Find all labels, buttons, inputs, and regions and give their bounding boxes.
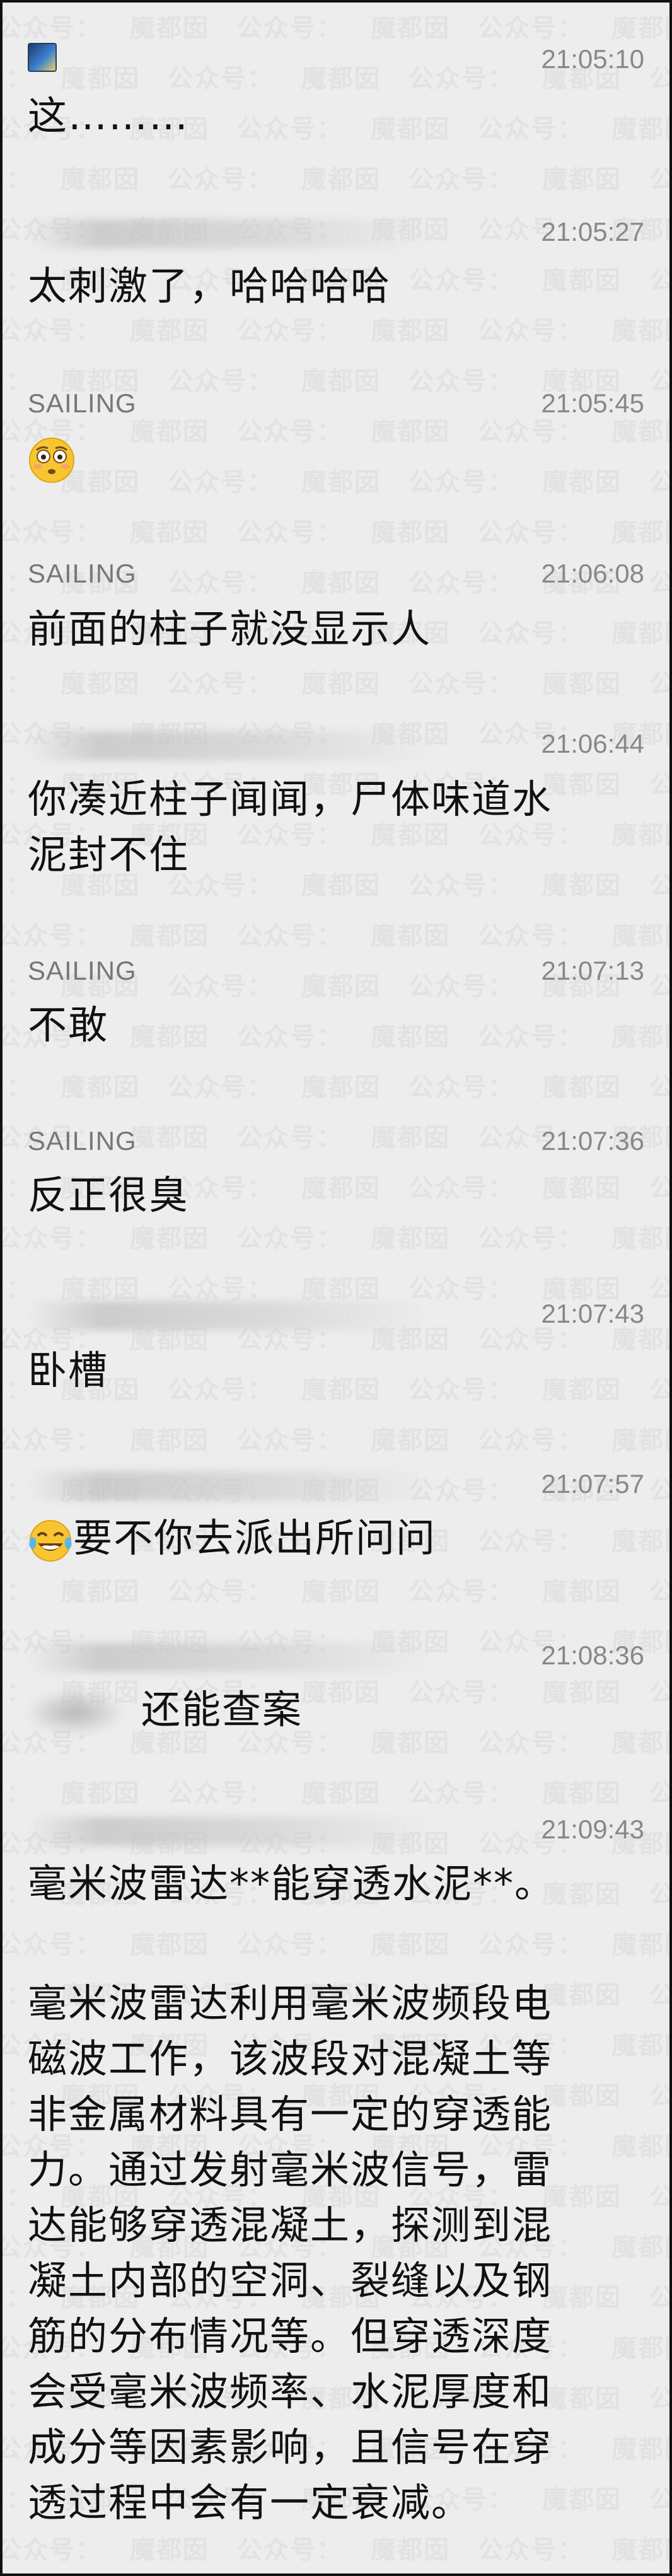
message-time: 21:06:08 — [541, 559, 645, 588]
message-header: 21:05:27 — [28, 213, 644, 251]
message-time: 21:07:13 — [541, 956, 645, 985]
message-text-line-1: 你凑近柱子闻闻，尸体味道水 — [28, 776, 553, 822]
message-header: 21:08:36 — [28, 1637, 644, 1674]
paragraph-line: 会受毫米波频率、水泥厚度和 — [28, 2369, 553, 2415]
message-header: 21:06:44 — [28, 725, 644, 763]
tears-of-joy-emoji — [29, 1519, 72, 1562]
watermark-row: 公众号：魔都囡公众号：魔都囡公众号：魔都囡公众号：魔都囡 — [3, 2529, 669, 2566]
landscape-avatar-icon — [28, 43, 57, 72]
sender-name: SAILING — [28, 388, 137, 418]
message-text: 卧槽 — [28, 1347, 109, 1393]
paragraph-line: 非金属材料具有一定的穿透能 — [28, 2091, 553, 2137]
watermark-row: 公众号：魔都囡公众号：魔都囡公众号：魔都囡公众号：魔都囡 — [3, 512, 669, 548]
paragraph-line: 达能够穿透混凝土，探测到混 — [28, 2202, 553, 2248]
blurred-sender-name — [28, 219, 431, 248]
message-text: 毫米波雷达**能穿透水泥**。 — [28, 1860, 555, 1906]
paragraph-line: 磁波工作，该波段对混凝土等 — [28, 2036, 553, 2082]
paragraph-line: 透过程中会有一定衰减。 — [28, 2480, 472, 2526]
blurred-mention — [28, 1690, 122, 1734]
blurred-sender-name — [28, 1301, 431, 1330]
message-time: 21:07:43 — [541, 1299, 645, 1328]
message-time: 21:09:43 — [541, 1814, 645, 1844]
paragraph-line: 成分等因素影响，且信号在穿 — [28, 2424, 553, 2470]
message-text: 这……… — [28, 93, 190, 139]
message-text: 要不你去派出所问问 — [73, 1515, 437, 1561]
message-text: 还能查案 — [141, 1686, 303, 1732]
message-time: 21:07:36 — [541, 1126, 645, 1156]
blurred-sender-name — [28, 1471, 431, 1500]
message-header: SAILING 21:05:45 — [28, 385, 644, 422]
message-time: 21:08:36 — [541, 1640, 645, 1670]
message-header: SAILING 21:07:36 — [28, 1122, 644, 1160]
watermark-row: 公众号：魔都囡公众号：魔都囡公众号：魔都囡公众号：魔都囡 — [3, 159, 669, 195]
message-time: 21:05:10 — [541, 44, 645, 74]
message-text: 不敢 — [28, 1002, 109, 1048]
message-header: 21:09:43 — [28, 1811, 644, 1848]
watermark-row: 公众号：魔都囡公众号：魔都囡公众号：魔都囡公众号：魔都囡 — [3, 310, 669, 347]
message-text-row: 还能查案 — [28, 1682, 644, 1738]
message-text-row: 要不你去派出所问问 — [28, 1511, 644, 1566]
message-text: 反正很臭 — [28, 1172, 190, 1218]
blurred-sender-name — [28, 1643, 431, 1672]
sender-name: SAILING — [28, 1126, 137, 1156]
paragraph-line: 毫米波雷达利用毫米波频段电 — [28, 1980, 553, 2026]
message-header: 21:07:43 — [28, 1295, 644, 1333]
message-time: 21:07:57 — [541, 1469, 645, 1499]
message-time: 21:05:27 — [541, 217, 645, 247]
paragraph-line: 凝土内部的空洞、裂缝以及钢 — [28, 2258, 553, 2304]
watermark-row: 公众号：魔都囡公众号：魔都囡公众号：魔都囡公众号：魔都囡 — [3, 1924, 669, 1961]
blurred-sender-name — [28, 1817, 431, 1846]
watermark-row: 公众号：魔都囡公众号：魔都囡公众号：魔都囡公众号：魔都囡 — [3, 1218, 669, 1255]
chat-log: 公众号：魔都囡公众号：魔都囡公众号：魔都囡公众号：魔都囡公众号：魔都囡公众号：魔… — [0, 0, 672, 2576]
watermark-row: 公众号：魔都囡公众号：魔都囡公众号：魔都囡公众号：魔都囡 — [3, 1420, 669, 1456]
sender-name: SAILING — [28, 956, 137, 985]
message-header: 21:07:57 — [28, 1465, 644, 1503]
watermark-row: 公众号：魔都囡公众号：魔都囡公众号：魔都囡公众号：魔都囡 — [3, 1571, 669, 1608]
message-emoji-row — [28, 430, 644, 485]
flushed-face-emoji — [29, 437, 74, 483]
message-text: 前面的柱子就没显示人 — [28, 606, 432, 652]
paragraph-line: 筋的分布情况等。但穿透深度 — [28, 2313, 553, 2359]
paragraph-line: 力。通过发射毫米波信号，雷 — [28, 2147, 553, 2193]
message-text: 太刺激了，哈哈哈哈 — [28, 263, 391, 309]
message-text-line-2: 泥封不住 — [28, 832, 190, 878]
message-time: 21:06:44 — [541, 729, 645, 758]
message-header: 21:05:10 — [28, 40, 644, 78]
watermark-row: 公众号：魔都囡公众号：魔都囡公众号：魔都囡公众号：魔都囡 — [3, 915, 669, 952]
blurred-sender-name — [28, 731, 431, 760]
message-header: SAILING 21:06:08 — [28, 555, 644, 593]
watermark-row: 公众号：魔都囡公众号：魔都囡公众号：魔都囡公众号：魔都囡 — [3, 1067, 669, 1103]
message-header: SAILING 21:07:13 — [28, 952, 644, 990]
watermark-row: 公众号：魔都囡公众号：魔都囡公众号：魔都囡公众号：魔都囡 — [3, 8, 669, 44]
sender-name: SAILING — [28, 559, 137, 588]
watermark-row: 公众号：魔都囡公众号：魔都囡公众号：魔都囡公众号：魔都囡 — [3, 663, 669, 700]
watermark-row: 公众号：魔都囡公众号：魔都囡公众号：魔都囡公众号：魔都囡 — [3, 1773, 669, 1809]
message-time: 21:05:45 — [541, 388, 645, 418]
